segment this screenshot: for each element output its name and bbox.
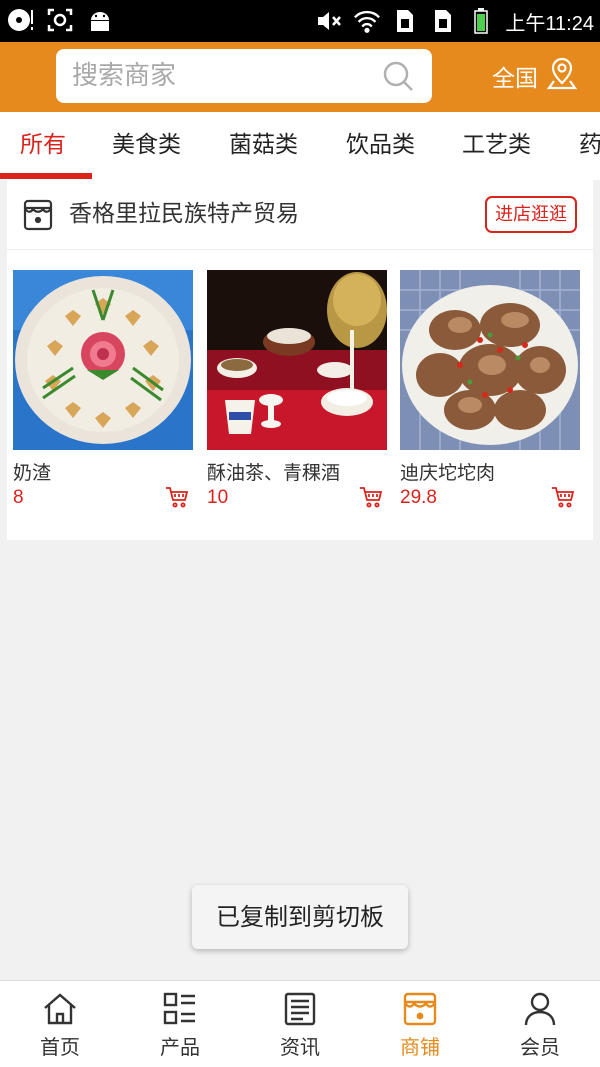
location-pin-icon xyxy=(546,56,578,96)
category-tabs: 所有 美食类 菌菇类 饮品类 工艺类 药 xyxy=(0,112,600,180)
product-card[interactable]: 酥油茶、青稞酒 10 xyxy=(207,270,387,509)
visit-store-button[interactable]: 进店逛逛 xyxy=(485,196,577,233)
store-name: 香格里拉民族特产贸易 xyxy=(69,201,299,227)
add-to-cart-icon[interactable] xyxy=(359,485,383,509)
product-image-tuotuo-meat[interactable] xyxy=(400,270,580,450)
tab-crafts[interactable]: 工艺类 xyxy=(462,112,531,180)
nav-label: 产品 xyxy=(160,1035,200,1059)
screenshot-icon xyxy=(46,6,74,34)
news-icon xyxy=(284,992,316,1026)
tab-all[interactable]: 所有 xyxy=(20,112,66,180)
product-name: 迪庆坨坨肉 xyxy=(400,462,496,484)
nav-member[interactable]: 会员 xyxy=(480,981,600,1067)
home-icon xyxy=(44,993,76,1025)
disc-icon xyxy=(6,6,34,34)
tab-food[interactable]: 美食类 xyxy=(112,112,181,180)
product-image-butter-tea[interactable] xyxy=(207,270,387,450)
product-image-milk-residue[interactable] xyxy=(13,270,193,450)
nav-products[interactable]: 产品 xyxy=(120,981,240,1067)
status-bar: 上午11:24 xyxy=(0,0,600,42)
product-name: 酥油茶、青稞酒 xyxy=(207,462,341,484)
sim-2-icon xyxy=(429,7,457,35)
status-time: 上午11:24 xyxy=(505,12,594,35)
nav-home[interactable]: 首页 xyxy=(0,981,120,1067)
search-box[interactable] xyxy=(56,49,432,103)
tab-medicine[interactable]: 药 xyxy=(579,112,600,180)
nav-label: 会员 xyxy=(520,1035,560,1059)
nav-news[interactable]: 资讯 xyxy=(240,981,360,1067)
member-icon xyxy=(524,992,556,1026)
bottom-nav: 首页 产品 资讯 商铺 会员 xyxy=(0,980,600,1067)
store-header[interactable]: 香格里拉民族特产贸易 进店逛逛 xyxy=(7,180,593,250)
nav-stores[interactable]: 商铺 xyxy=(360,981,480,1067)
store-icon xyxy=(403,992,437,1026)
toast-message: 已复制到剪切板 xyxy=(192,885,408,949)
store-card: 香格里拉民族特产贸易 进店逛逛 奶渣 8 酥油茶、青稞酒 10 迪庆坨坨肉 29… xyxy=(7,180,593,540)
wifi-icon xyxy=(353,7,381,35)
nav-label: 首页 xyxy=(40,1035,80,1059)
product-card[interactable]: 奶渣 8 xyxy=(13,270,193,509)
store-icon xyxy=(21,198,55,232)
region-selector[interactable]: 全国 xyxy=(492,56,578,96)
add-to-cart-icon[interactable] xyxy=(165,485,189,509)
nav-label: 商铺 xyxy=(400,1035,440,1059)
sim-1-icon xyxy=(391,7,419,35)
mute-icon xyxy=(315,7,343,35)
active-tab-indicator xyxy=(0,173,92,179)
region-label: 全国 xyxy=(492,66,538,92)
battery-icon xyxy=(467,7,495,35)
search-input[interactable] xyxy=(72,49,372,103)
tab-mushroom[interactable]: 菌菇类 xyxy=(229,112,298,180)
android-icon xyxy=(86,6,114,34)
nav-label: 资讯 xyxy=(280,1035,320,1059)
app-header: 全国 xyxy=(0,42,600,112)
product-list-icon xyxy=(163,992,195,1025)
product-card[interactable]: 迪庆坨坨肉 29.8 xyxy=(400,270,580,509)
product-name: 奶渣 xyxy=(13,462,52,484)
tab-drinks[interactable]: 饮品类 xyxy=(346,112,415,180)
add-to-cart-icon[interactable] xyxy=(551,485,575,509)
search-icon[interactable] xyxy=(382,60,414,92)
